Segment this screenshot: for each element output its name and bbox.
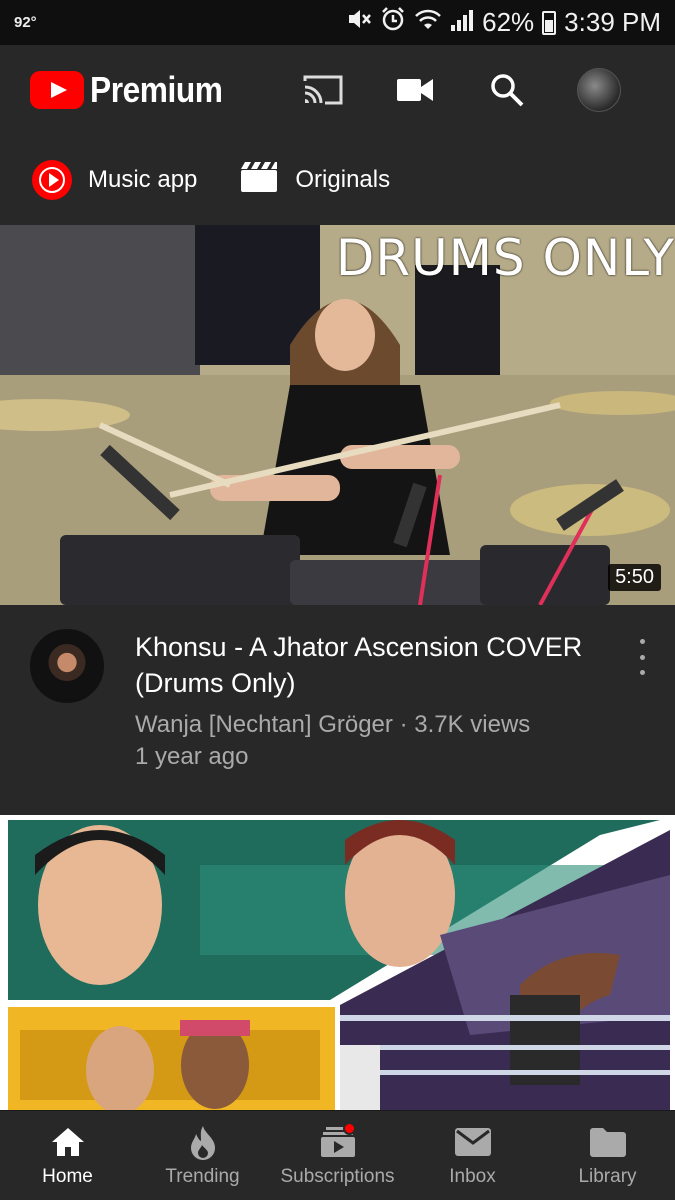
clock: 3:39 PM (564, 7, 661, 37)
upload-age: 1 year ago (135, 743, 249, 770)
brand-label: Premium (90, 69, 223, 110)
mute-icon (346, 7, 372, 38)
youtube-play-icon (30, 71, 84, 109)
subscriptions-icon (318, 1121, 358, 1160)
channel-and-views: Wanja [Nechtan] Gröger · 3.7K views (135, 711, 531, 738)
status-icons: 62% 3:39 PM (346, 6, 661, 39)
profile-picture (577, 68, 621, 112)
more-options-icon[interactable] (632, 639, 652, 675)
signal-icon (450, 7, 474, 38)
wrestling-thumbnail-image (0, 815, 675, 1110)
nav-library[interactable]: Library (540, 1111, 675, 1200)
video-duration: 5:50 (608, 564, 661, 591)
account-avatar[interactable] (553, 60, 645, 120)
originals-link[interactable]: Originals (239, 160, 390, 201)
music-app-label: Music app (88, 166, 198, 193)
nav-inbox-label: Inbox (449, 1165, 496, 1187)
bottom-navigation: Home Trending Subscriptions Inbox Librar… (0, 1110, 675, 1200)
cast-icon[interactable] (277, 60, 369, 120)
youtube-premium-logo[interactable]: Premium (30, 69, 241, 111)
music-app-icon (32, 160, 72, 200)
app-bar: Premium (0, 45, 675, 135)
battery-percent: 62% (482, 7, 535, 37)
notification-badge (342, 1121, 356, 1135)
nav-home-label: Home (42, 1165, 93, 1187)
home-icon (48, 1124, 88, 1160)
mail-icon (453, 1124, 493, 1160)
app-bar-actions (277, 60, 645, 120)
video-title[interactable]: Khonsu - A Jhator Ascension COVER (Drums… (135, 629, 605, 701)
top-shortcuts: Music app Originals (0, 135, 675, 225)
nav-subscriptions-label: Subscriptions (280, 1165, 395, 1187)
nav-subscriptions[interactable]: Subscriptions (270, 1111, 405, 1200)
channel-avatar[interactable] (30, 629, 104, 703)
clapperboard-icon (239, 160, 279, 201)
alarm-icon (380, 6, 406, 39)
nav-trending-label: Trending (165, 1165, 240, 1187)
nav-inbox[interactable]: Inbox (405, 1111, 540, 1200)
search-icon[interactable] (461, 60, 553, 120)
flame-icon (183, 1124, 223, 1160)
nav-trending[interactable]: Trending (135, 1111, 270, 1200)
video-metadata: Wanja [Nechtan] Gröger · 3.7K views 1 ye… (135, 709, 605, 773)
temperature-indicator: 92° (14, 14, 37, 31)
music-app-link[interactable]: Music app (32, 160, 197, 200)
originals-label: Originals (295, 166, 391, 193)
video-thumbnail-2[interactable] (0, 815, 675, 1110)
video-details[interactable]: Khonsu - A Jhator Ascension COVER (Drums… (0, 605, 675, 815)
nav-library-label: Library (578, 1165, 637, 1187)
camera-icon[interactable] (369, 60, 461, 120)
video-thumbnail[interactable]: DRUMS ONLY 5:50 (0, 225, 675, 605)
nav-home[interactable]: Home (0, 1111, 135, 1200)
wifi-icon (414, 7, 442, 38)
thumbnail-overlay-text: DRUMS ONLY (335, 229, 675, 287)
battery-icon (542, 10, 557, 35)
folder-icon (588, 1124, 628, 1160)
status-bar: 92° 62% 3:39 PM (0, 0, 675, 45)
